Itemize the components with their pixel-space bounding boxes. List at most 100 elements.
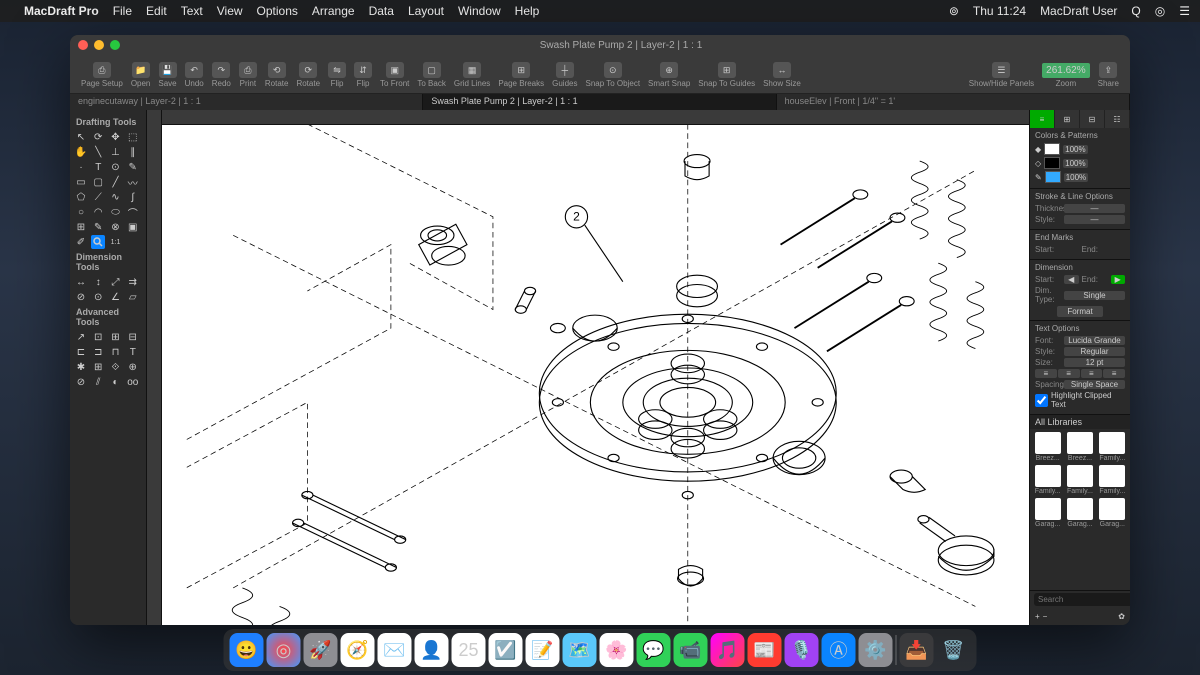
highlight-checkbox[interactable] <box>1035 394 1048 407</box>
dim-h[interactable]: ↔ <box>74 275 88 289</box>
adv-5[interactable]: ⊏ <box>74 345 88 359</box>
lib-item[interactable]: Garag... <box>1098 498 1127 528</box>
menu-layout[interactable]: Layout <box>408 4 444 18</box>
align-c[interactable]: ≡ <box>1058 369 1080 378</box>
dock-photos[interactable]: 🌸 <box>600 633 634 667</box>
menu-view[interactable]: View <box>217 4 243 18</box>
tool-arc[interactable]: ◠ <box>91 205 105 219</box>
tool-text[interactable]: T <box>91 160 105 174</box>
dock-finder[interactable]: 😀 <box>230 633 264 667</box>
fontsize-select[interactable]: 12 pt <box>1064 358 1125 367</box>
font-select[interactable]: Lucida Grande <box>1064 336 1125 345</box>
tool-hand[interactable]: ✋ <box>74 145 88 159</box>
tool-parallel[interactable]: ∥ <box>126 145 140 159</box>
tool-point[interactable]: · <box>74 160 88 174</box>
fill-opacity[interactable]: 100% <box>1063 145 1087 154</box>
tool-ellipse[interactable]: ⬭ <box>109 205 123 219</box>
dim-align[interactable]: ⤢ <box>109 275 123 289</box>
lib-header[interactable]: All Libraries <box>1030 415 1130 429</box>
menu-text[interactable]: Text <box>181 4 203 18</box>
adv-12[interactable]: ⊕ <box>126 360 140 374</box>
align-j[interactable]: ≡ <box>1103 369 1125 378</box>
tb-page-breaks[interactable]: ⊞Page Breaks <box>495 62 547 88</box>
tool-perp[interactable]: ⊥ <box>109 145 123 159</box>
close-button[interactable] <box>78 40 88 50</box>
dock-trash[interactable]: 🗑️ <box>937 633 971 667</box>
menu-options[interactable]: Options <box>257 4 298 18</box>
lib-item[interactable]: Breez... <box>1065 432 1094 462</box>
spotlight-icon[interactable]: Q <box>1131 4 1140 18</box>
dock-mail[interactable]: ✉️ <box>378 633 412 667</box>
format-button[interactable]: Format <box>1057 306 1102 317</box>
menu-file[interactable]: File <box>113 4 132 18</box>
lib-item[interactable]: Family... <box>1098 432 1127 462</box>
tool-edit[interactable]: ✎ <box>91 220 105 234</box>
tool-rect[interactable]: ▭ <box>74 175 88 189</box>
lib-item[interactable]: Breez... <box>1033 432 1062 462</box>
dock-music[interactable]: 🎵 <box>711 633 745 667</box>
adv-7[interactable]: ⊓ <box>109 345 123 359</box>
tool-move[interactable]: ✥ <box>109 130 123 144</box>
tool-freehand[interactable]: ∿ <box>109 190 123 204</box>
dim-chain[interactable]: ⇉ <box>126 275 140 289</box>
stroke-swatch[interactable] <box>1044 157 1060 169</box>
tb-to-front[interactable]: ▣To Front <box>377 62 412 88</box>
adv-4[interactable]: ⊟ <box>126 330 140 344</box>
adv-13[interactable]: ⊘ <box>74 375 88 389</box>
lib-item[interactable]: Garag... <box>1065 498 1094 528</box>
menu-data[interactable]: Data <box>369 4 394 18</box>
spacing-select[interactable]: Single Space <box>1064 380 1125 389</box>
pen-opacity[interactable]: 100% <box>1064 173 1088 182</box>
tool-line2[interactable]: ╱ <box>109 175 123 189</box>
thickness-select[interactable]: — <box>1064 204 1125 213</box>
control-center-icon[interactable]: ◎ <box>1155 4 1165 18</box>
dock-news[interactable]: 📰 <box>748 633 782 667</box>
adv-9[interactable]: ✱ <box>74 360 88 374</box>
menu-window[interactable]: Window <box>458 4 501 18</box>
dock-contacts[interactable]: 👤 <box>415 633 449 667</box>
adv-3[interactable]: ⊞ <box>109 330 123 344</box>
adv-16[interactable]: oo <box>126 375 140 389</box>
dock-maps[interactable]: 🗺️ <box>563 633 597 667</box>
tool-roundrect[interactable]: ▢ <box>91 175 105 189</box>
tb-share[interactable]: ⇪Share <box>1095 62 1122 88</box>
tool-attr[interactable]: ⊞ <box>74 220 88 234</box>
doc-tab-3[interactable]: houseElev | Front | 1/4" = 1' <box>777 94 1130 110</box>
align-l[interactable]: ≡ <box>1035 369 1057 378</box>
rtab-props[interactable]: ≡ <box>1030 110 1055 128</box>
siri-icon[interactable]: ☰ <box>1179 4 1190 18</box>
tb-flip-h[interactable]: ⇋Flip <box>325 62 349 88</box>
rtab-info[interactable]: ☷ <box>1105 110 1130 128</box>
tb-rotate-l[interactable]: ⟲Rotate <box>262 62 292 88</box>
tool-spline[interactable]: ∫ <box>126 190 140 204</box>
dim-angle[interactable]: ∠ <box>109 290 123 304</box>
adv-11[interactable]: ⟐ <box>109 360 123 374</box>
dock-appstore[interactable]: Ⓐ <box>822 633 856 667</box>
doc-tab-2[interactable]: Swash Plate Pump 2 | Layer-2 | 1 : 1 <box>423 94 776 110</box>
adv-2[interactable]: ⊡ <box>91 330 105 344</box>
tb-print[interactable]: ⎙Print <box>236 62 260 88</box>
tb-snap-obj[interactable]: ⊙Snap To Object <box>582 62 643 88</box>
wifi-icon[interactable]: ⊚ <box>949 4 959 18</box>
menu-edit[interactable]: Edit <box>146 4 167 18</box>
tool-circle[interactable]: ○ <box>74 205 88 219</box>
tb-flip-v[interactable]: ⇵Flip <box>351 62 375 88</box>
lib-add[interactable]: + <box>1035 612 1040 621</box>
dock-safari[interactable]: 🧭 <box>341 633 375 667</box>
adv-10[interactable]: ⊞ <box>91 360 105 374</box>
tb-to-back[interactable]: ▢To Back <box>414 62 448 88</box>
tool-select[interactable]: ↖ <box>74 130 88 144</box>
adv-6[interactable]: ⊐ <box>91 345 105 359</box>
menu-help[interactable]: Help <box>515 4 540 18</box>
adv-15[interactable]: ◐ <box>109 375 123 389</box>
tool-curve[interactable]: ⌒ <box>126 205 140 219</box>
dim-dia[interactable]: ⊙ <box>91 290 105 304</box>
lib-item[interactable]: Garag... <box>1033 498 1062 528</box>
tb-open[interactable]: 📁Open <box>128 62 154 88</box>
tb-zoom[interactable]: 261.62%Zoom <box>1039 63 1092 88</box>
tb-smart-snap[interactable]: ⊕Smart Snap <box>645 62 693 88</box>
tb-redo[interactable]: ↷Redo <box>209 62 234 88</box>
dock-reminders[interactable]: ☑️ <box>489 633 523 667</box>
tb-show-size[interactable]: ↔Show Size <box>760 62 804 88</box>
tb-page-setup[interactable]: ⎙Page Setup <box>78 62 126 88</box>
